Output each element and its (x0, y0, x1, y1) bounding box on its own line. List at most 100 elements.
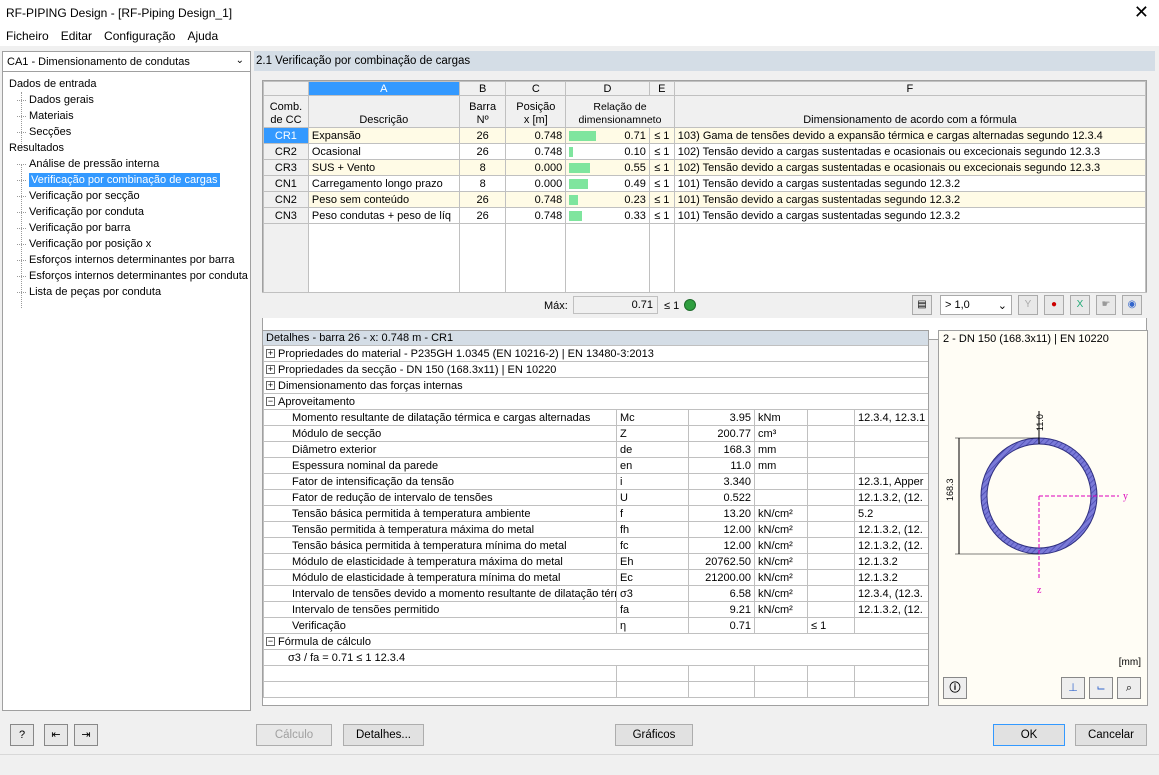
group-seccao[interactable]: + Propriedades da secção - DN 150 (168.3x… (263, 361, 928, 378)
tree-item-lista-pecas[interactable]: Lista de peças por conduta (7, 284, 252, 300)
ratio-bar (569, 195, 579, 205)
group-forcas[interactable]: + Dimensionamento das forças internas (263, 377, 928, 394)
detail-value: 12.00 (688, 537, 755, 554)
calc-button[interactable]: Cálculo (256, 724, 332, 746)
close-icon[interactable]: ✕ (1134, 2, 1149, 22)
table-row[interactable]: CR3 SUS + Vento 8 0.000 0.55 ≤ 1 102) Tensão d… (263, 159, 1146, 176)
row-formula: 103) Gama de tensões devido a expansão t… (673, 127, 1146, 144)
collapse-icon[interactable]: − (266, 637, 275, 647)
row-cc[interactable]: CR1 (263, 127, 309, 144)
header-posicao: Posição x [m] (505, 95, 567, 128)
row-pos: 0.000 (505, 175, 567, 192)
detail-name: Módulo de secção (263, 425, 617, 442)
tree-item-barra[interactable]: Verificação por barra (7, 220, 252, 236)
menu-editar[interactable]: Editar (55, 26, 98, 43)
expand-icon[interactable]: + (266, 349, 275, 359)
group-aproveitamento[interactable]: − Aproveitamento (263, 393, 928, 410)
filter-icon[interactable]: Y (1018, 295, 1038, 315)
collapse-icon[interactable]: − (266, 397, 275, 407)
row-le: ≤ 1 (648, 175, 675, 192)
row-pos: 0.748 (505, 207, 567, 224)
expand-icon[interactable]: + (266, 365, 275, 375)
tree-item-posicao[interactable]: Verificação por posição x (7, 236, 252, 252)
detail-le (807, 537, 855, 554)
tree-group-results[interactable]: Resultados (7, 140, 252, 156)
menu-ficheiro[interactable]: Ficheiro (0, 26, 55, 43)
row-cc[interactable]: CN2 (263, 191, 309, 208)
relation-icon[interactable]: ▤ (912, 295, 932, 315)
export-icon[interactable]: ⇥ (74, 724, 98, 746)
detail-row: Intervalo de tensões devido a momento re… (263, 585, 928, 602)
ok-button[interactable]: OK (993, 724, 1065, 746)
table-row[interactable]: CR1 Expansão 26 0.748 0.71 ≤ 1 103) Gama de te… (263, 127, 1146, 144)
case-combo[interactable]: CA1 - Dimensionamento de condutas ⌄ (3, 52, 250, 72)
cancel-button[interactable]: Cancelar (1075, 724, 1147, 746)
import-icon[interactable]: ⇤ (44, 724, 68, 746)
tree-item-esforcos-conduta[interactable]: Esforços internos determinantes por cond… (7, 268, 252, 284)
color-scale-icon[interactable]: ● (1044, 295, 1064, 315)
group-formula[interactable]: − Fórmula de cálculo (263, 633, 928, 650)
detail-symbol: η (616, 617, 689, 634)
row-formula: 102) Tensão devido a cargas sustentadas … (673, 159, 1146, 176)
unit-label: [mm] (1118, 657, 1141, 668)
group-label: Dimensionamento das forças internas (278, 379, 463, 392)
tree-item-esforcos-barra[interactable]: Esforços internos determinantes por barr… (7, 252, 252, 268)
filter-combo[interactable]: > 1,0 ⌄ (940, 295, 1012, 315)
detail-ref (853, 441, 928, 458)
menu-ajuda[interactable]: Ajuda (181, 26, 224, 43)
row-cc[interactable]: CN1 (263, 175, 309, 192)
row-cc[interactable]: CN3 (263, 207, 309, 224)
tree-item-materiais[interactable]: Materiais (7, 108, 252, 124)
tree-item-seccoes[interactable]: Secções (7, 124, 252, 140)
axes-icon[interactable]: ⌙ (1089, 677, 1113, 699)
detail-symbol: fh (616, 521, 689, 538)
tree-item-seccao[interactable]: Verificação por secção (7, 188, 252, 204)
row-barra: 26 (458, 191, 507, 208)
table-row[interactable]: CN1 Carregamento longo prazo 8 0.000 0.49 ≤ 1… (263, 175, 1146, 192)
row-cc[interactable]: CR3 (263, 159, 309, 176)
detail-symbol: i (616, 473, 689, 490)
header-relacao: Relação de dimensionamneto (565, 95, 675, 128)
graphic-title: 2 - DN 150 (168.3x11) | EN 10220 (943, 333, 1109, 345)
select-member-icon[interactable]: ☛ (1096, 295, 1116, 315)
row-le: ≤ 1 (648, 159, 675, 176)
zoom-icon[interactable]: ⌕ (1117, 677, 1141, 699)
detail-symbol: Eh (616, 553, 689, 570)
view-eye-icon[interactable]: ◉ (1122, 295, 1142, 315)
detail-name: Fator de intensificação da tensão (263, 473, 617, 490)
detail-name: Módulo de elasticidade à temperatura mín… (263, 569, 617, 586)
table-row[interactable]: CR2 Ocasional 26 0.748 0.10 ≤ 1 102) Tensão de… (263, 143, 1146, 160)
tree-item-pressao[interactable]: Análise de pressão interna (7, 156, 252, 172)
info-icon[interactable]: ⓘ (943, 677, 967, 699)
detail-unit (754, 473, 808, 490)
ratio-bar (569, 211, 583, 221)
menu-configuracao[interactable]: Configuração (98, 26, 181, 43)
row-le: ≤ 1 (648, 191, 675, 208)
table-row[interactable]: CN2 Peso sem conteúdo 26 0.748 0.23 ≤ 1 101) T… (263, 191, 1146, 208)
graphics-button[interactable]: Gráficos (615, 724, 693, 746)
row-desc: Peso condutas + peso de líq (307, 207, 460, 224)
detail-name: Momento resultante de dilatação térmica … (263, 409, 617, 426)
z-axis-label: z (1037, 585, 1042, 596)
detail-unit (754, 489, 808, 506)
detail-row: Fator de redução de intervalo de tensões… (263, 489, 928, 506)
tree-item-conduta[interactable]: Verificação por conduta (7, 204, 252, 220)
detail-ref: 12.3.4, 12.3.1 (853, 409, 928, 426)
dimension-icon[interactable]: ⊥ (1061, 677, 1085, 699)
row-cc[interactable]: CR2 (263, 143, 309, 160)
dim-d-label: 168.3 (945, 478, 955, 501)
tree-item-dados-gerais[interactable]: Dados gerais (7, 92, 252, 108)
details-title: Detalhes - barra 26 - x: 0.748 m - CR1 (263, 331, 928, 345)
detail-name: Diâmetro exterior (263, 441, 617, 458)
row-barra: 8 (458, 159, 507, 176)
excel-export-icon[interactable]: X (1070, 295, 1090, 315)
tree-item-combinacao[interactable]: Verificação por combinação de cargas (7, 172, 252, 188)
details-button[interactable]: Detalhes... (343, 724, 424, 746)
expand-icon[interactable]: + (266, 381, 275, 391)
help-icon[interactable]: ? (10, 724, 34, 746)
detail-value: 0.522 (688, 489, 755, 506)
group-material[interactable]: + Propriedades do material - P235GH 1.034… (263, 345, 928, 362)
table-row[interactable]: CN3 Peso condutas + peso de líq 26 0.748 0.3… (263, 207, 1146, 224)
detail-ref: 12.3.1, Apper (853, 473, 928, 490)
tree-group-input[interactable]: Dados de entrada (7, 76, 252, 92)
